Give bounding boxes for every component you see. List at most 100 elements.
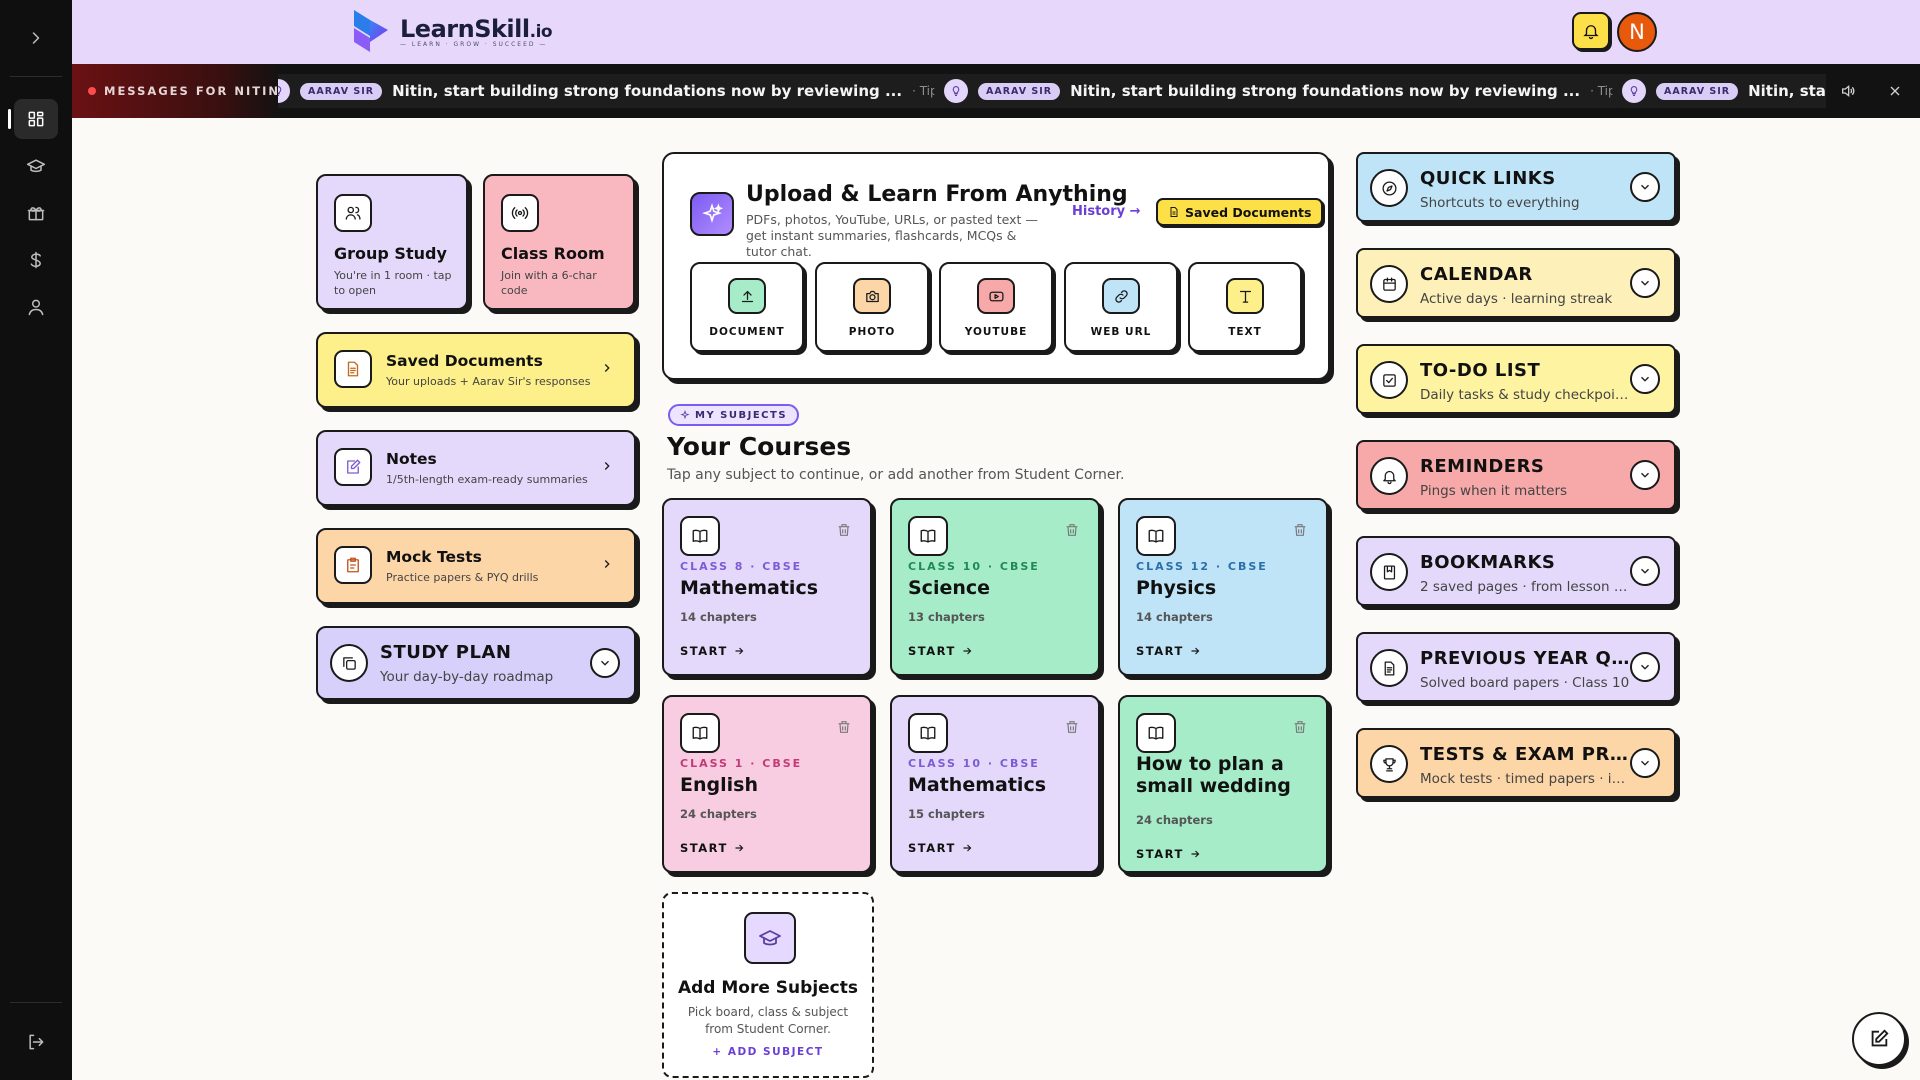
panel-subtitle: 2 saved pages · from lesson to... [1420, 579, 1630, 595]
logout-button[interactable] [14, 1022, 58, 1062]
saved-documents-subtitle: Your uploads + Aarav Sir's responses [386, 375, 591, 388]
expand-button[interactable] [1630, 460, 1660, 490]
course-card[interactable]: CLASS 10 · CBSE Mathematics 15 chapters … [890, 695, 1100, 873]
course-chapters: 24 chapters [680, 807, 757, 821]
saved-documents-title: Saved Documents [386, 352, 543, 370]
upload-weburl-option[interactable]: WEB URL [1064, 262, 1178, 352]
document-icon [1170, 207, 1178, 217]
trash-icon [1066, 524, 1078, 536]
book-icon [908, 516, 948, 556]
text-icon [1226, 278, 1264, 314]
upload-title: Upload & Learn From Anything [746, 182, 1128, 207]
add-subject-button[interactable]: + ADD SUBJECT [664, 1046, 872, 1058]
start-course-button[interactable]: START [908, 644, 973, 658]
right-panel-item[interactable]: REMINDERS Pings when it matters [1356, 440, 1676, 510]
group-study-title: Group Study [334, 244, 447, 263]
delete-course-button[interactable] [1064, 522, 1080, 542]
delete-course-button[interactable] [1292, 719, 1308, 739]
start-course-button[interactable]: START [1136, 847, 1201, 861]
course-card[interactable]: CLASS 12 · CBSE Physics 14 chapters STAR… [1118, 498, 1328, 676]
chevron-down-icon [1641, 280, 1649, 286]
course-card[interactable]: CLASS 10 · CBSE Science 13 chapters STAR… [890, 498, 1100, 676]
delete-course-button[interactable] [836, 522, 852, 542]
ticker-message[interactable]: AARAV SIR Nitin, start building strong f… [278, 74, 1039, 108]
expand-button[interactable] [1630, 268, 1660, 298]
delete-course-button[interactable] [1064, 719, 1080, 739]
expand-button[interactable] [590, 648, 620, 678]
expand-button[interactable] [1630, 556, 1660, 586]
expand-button[interactable] [1630, 172, 1660, 202]
upload-document-option[interactable]: DOCUMENT [690, 262, 804, 352]
course-chapters: 14 chapters [1136, 610, 1213, 624]
mute-button[interactable] [1838, 81, 1858, 101]
course-class: CLASS 1 · CBSE [680, 757, 803, 770]
chevron-down-icon [1641, 760, 1649, 766]
sidebar-item-courses[interactable] [14, 146, 58, 186]
history-link[interactable]: History → [1072, 204, 1141, 219]
course-card[interactable]: CLASS 8 · CBSE Mathematics 14 chapters S… [662, 498, 872, 676]
course-card[interactable]: CLASS 1 · CBSE English 24 chapters START [662, 695, 872, 873]
start-label: START [1136, 644, 1184, 658]
right-panel-item[interactable]: QUICK LINKS Shortcuts to everything [1356, 152, 1676, 222]
right-panel-item[interactable]: TO-DO LIST Daily tasks & study checkpoin… [1356, 344, 1676, 414]
checkbox-icon [1370, 361, 1408, 399]
class-room-card[interactable]: Class Room Join with a 6-char code [483, 174, 635, 310]
ticker-message[interactable]: AARAV SIR Nitin, start building strong f… [934, 74, 1717, 108]
course-card[interactable]: How to plan a small wedding 24 chapters … [1118, 695, 1328, 873]
mock-tests-card[interactable]: Mock Tests Practice papers & PYQ drills [316, 528, 636, 604]
close-ticker-button[interactable] [1885, 81, 1905, 101]
app-logo[interactable]: LearnSkill.io — LEARN · GROW · SUCCEED — [348, 6, 553, 56]
expand-button[interactable] [1630, 652, 1660, 682]
ticker-text: Nitin, start bu [1748, 82, 1826, 100]
logo-mark-icon [354, 10, 388, 52]
expand-button[interactable] [1630, 748, 1660, 778]
course-chapters: 24 chapters [1136, 813, 1213, 827]
courses-title: Your Courses [667, 432, 852, 461]
mock-tests-subtitle: Practice papers & PYQ drills [386, 571, 539, 584]
book-icon [1136, 713, 1176, 753]
delete-course-button[interactable] [836, 719, 852, 739]
add-subject-card[interactable]: Add More Subjects Pick board, class & su… [662, 892, 874, 1078]
notifications-button[interactable] [1572, 12, 1610, 50]
sparkle-icon [680, 410, 690, 420]
expand-sidebar-button[interactable] [14, 18, 58, 58]
upload-photo-option[interactable]: PHOTO [815, 262, 929, 352]
trash-icon [1294, 524, 1306, 536]
upload-youtube-option[interactable]: YOUTUBE [939, 262, 1053, 352]
clipboard-icon [334, 546, 372, 584]
right-panel-item[interactable]: CALENDAR Active days · learning streak [1356, 248, 1676, 318]
my-subjects-badge: MY SUBJECTS [668, 404, 800, 426]
group-study-card[interactable]: Group Study You're in 1 room · tap to op… [316, 174, 468, 310]
sidebar-item-gifts[interactable] [14, 193, 58, 233]
saved-documents-card[interactable]: Saved Documents Your uploads + Aarav Sir… [316, 332, 636, 408]
start-course-button[interactable]: START [908, 841, 973, 855]
start-course-button[interactable]: START [680, 841, 745, 855]
panel-title: TO-DO LIST [1420, 360, 1541, 381]
course-chapters: 15 chapters [908, 807, 985, 821]
sidebar-item-dashboard[interactable] [8, 99, 58, 139]
user-avatar[interactable]: N [1617, 12, 1657, 52]
chevron-down-icon [1641, 568, 1649, 574]
panel-title: REMINDERS [1420, 456, 1545, 477]
start-label: START [908, 644, 956, 658]
start-course-button[interactable]: START [1136, 644, 1201, 658]
dashboard-icon [28, 111, 44, 127]
sidebar-item-pricing[interactable] [14, 240, 58, 280]
right-panel-item[interactable]: TESTS & EXAM PREP Mock tests · timed pap… [1356, 728, 1676, 798]
start-course-button[interactable]: START [680, 644, 745, 658]
messages-ticker: MESSAGES FOR NITIN AARAV SIR Nitin, star… [72, 64, 1920, 118]
right-panel-item[interactable]: BOOKMARKS 2 saved pages · from lesson to… [1356, 536, 1676, 606]
right-panel-item[interactable]: PREVIOUS YEAR QUE... Solved board papers… [1356, 632, 1676, 702]
expand-button[interactable] [1630, 364, 1660, 394]
logo-text: LearnSkill.io [400, 14, 553, 43]
ticker-message[interactable]: AARAV SIR Nitin, start bu [1612, 74, 1826, 108]
sidebar-item-profile[interactable] [14, 287, 58, 327]
study-plan-card[interactable]: STUDY PLAN Your day-by-day roadmap [316, 626, 636, 700]
delete-course-button[interactable] [1292, 522, 1308, 542]
compose-button[interactable] [1852, 1012, 1906, 1066]
document-icon [334, 350, 372, 388]
notes-card[interactable]: Notes 1/5th-length exam-ready summaries [316, 430, 636, 506]
saved-documents-button[interactable]: Saved Documents [1156, 198, 1324, 226]
study-plan-subtitle: Your day-by-day roadmap [380, 669, 554, 685]
upload-text-option[interactable]: TEXT [1188, 262, 1302, 352]
